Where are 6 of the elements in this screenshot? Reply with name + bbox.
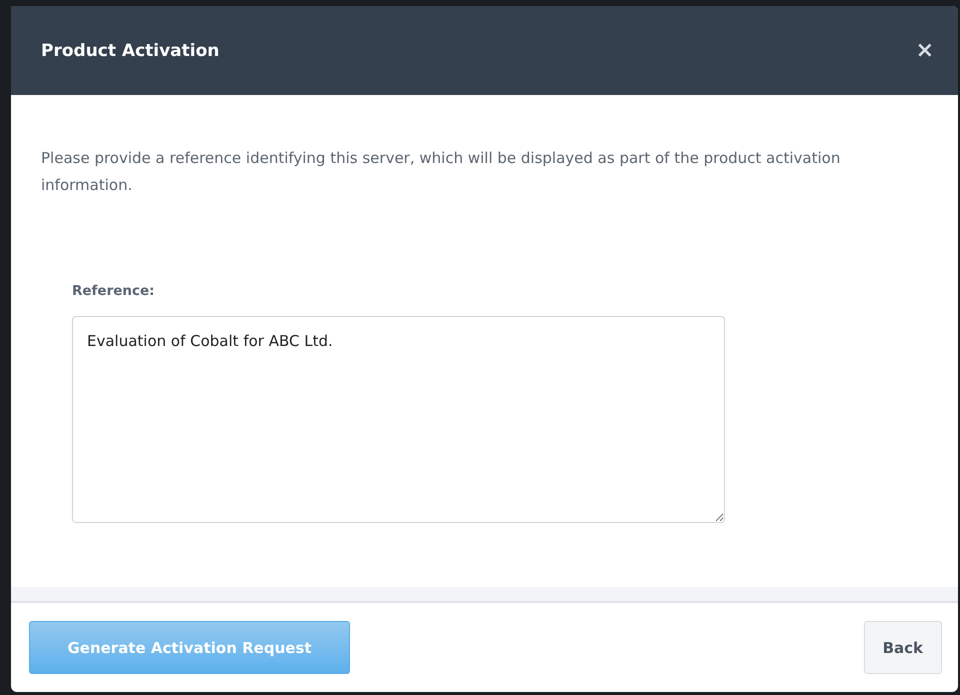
description-text: Please provide a reference identifying this server, which will be displayed as part of the product activation information. (41, 148, 842, 196)
back-button[interactable]: Back (864, 621, 942, 674)
close-button[interactable]: × (916, 38, 934, 63)
field-label: Reference: (72, 283, 156, 299)
reference-field[interactable]: Evaluation of Cobalt for ABC Ltd. (72, 316, 725, 523)
dialog-title: Product Activation (41, 40, 220, 60)
